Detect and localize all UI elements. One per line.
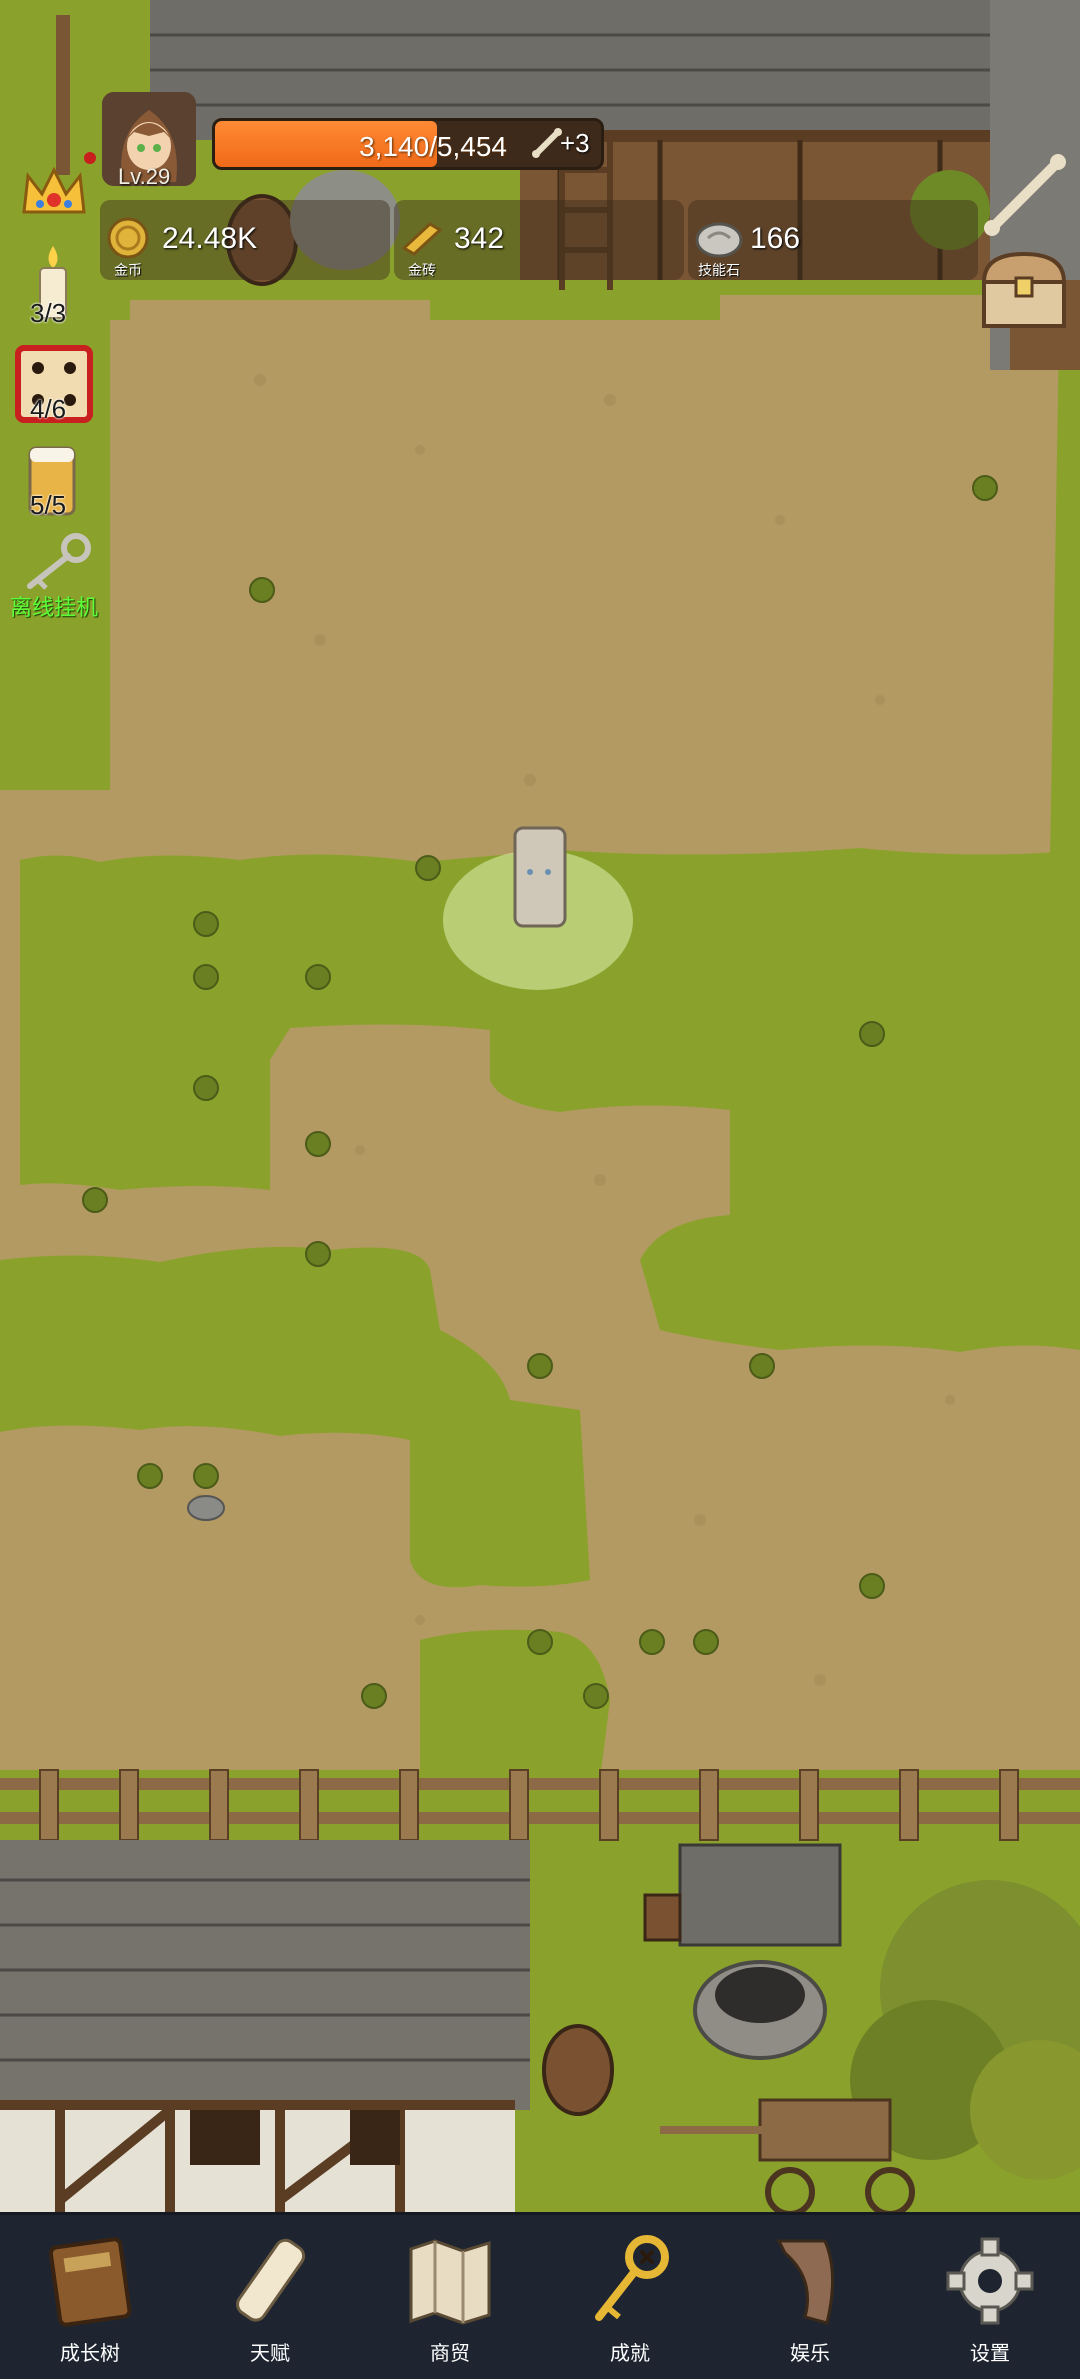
dice-count: 4/6	[30, 394, 67, 424]
nav-talent[interactable]: 天赋	[180, 2215, 360, 2379]
nav-label-entertainment: 娱乐	[790, 2343, 830, 2365]
gold-brick-label: 金砖	[408, 262, 436, 278]
game-scene: Lv.29 3,140/5,454 +3 24.48K 金币 342 金砖 16…	[0, 0, 1080, 2376]
banner-icon	[776, 2239, 834, 2325]
map-icon	[409, 2239, 491, 2325]
bone-club-icon[interactable]	[980, 150, 1070, 240]
skill-stone-value: 166	[750, 222, 801, 255]
key-icon	[595, 2235, 669, 2321]
crown-icon[interactable]	[18, 162, 90, 222]
skill-stone-resource[interactable]: 166 技能石	[688, 200, 978, 280]
nav-label-talent: 天赋	[250, 2343, 290, 2365]
candle-count: 3/3	[30, 298, 67, 328]
gold-brick-value: 342	[454, 222, 505, 255]
nav-label-settings: 设置	[970, 2343, 1010, 2365]
xp-bonus: +3	[560, 128, 590, 158]
gold-resource[interactable]: 24.48K 金币	[100, 200, 390, 280]
bottom-nav: 成长树 天赋 商贸 成就 娱乐 设置	[0, 2212, 1080, 2379]
gold-label: 金币	[114, 262, 142, 278]
beer-count: 5/5	[30, 490, 67, 520]
nav-entertainment[interactable]: 娱乐	[720, 2215, 900, 2379]
gold-bar-icon	[401, 222, 443, 256]
scroll-icon	[236, 2238, 306, 2322]
offline-idle-button[interactable]: 离线挂机	[10, 590, 98, 622]
skill-stone-label: 技能石	[698, 262, 740, 278]
nav-growth-tree[interactable]: 成长树	[0, 2215, 180, 2379]
gold-coin-icon	[107, 217, 149, 259]
nav-settings[interactable]: 设置	[900, 2215, 1080, 2379]
nav-label-achievement: 成就	[610, 2343, 650, 2365]
nav-trade[interactable]: 商贸	[360, 2215, 540, 2379]
game-map	[0, 0, 1080, 2376]
xp-text: 3,140/5,454	[359, 131, 507, 162]
gear-icon	[946, 2237, 1034, 2325]
player-level: Lv.29	[118, 164, 171, 189]
nav-achievement[interactable]: 成就	[540, 2215, 720, 2379]
idle-key-icon[interactable]	[18, 530, 98, 594]
nav-label-growth-tree: 成长树	[60, 2343, 120, 2365]
treasure-chest-icon[interactable]	[978, 248, 1070, 332]
gold-brick-resource[interactable]: 342 金砖	[394, 200, 684, 280]
book-icon	[48, 2237, 132, 2327]
skill-stone-icon	[695, 222, 743, 258]
nav-label-trade: 商贸	[430, 2343, 470, 2365]
bone-icon	[532, 128, 562, 158]
gold-value: 24.48K	[162, 222, 258, 255]
